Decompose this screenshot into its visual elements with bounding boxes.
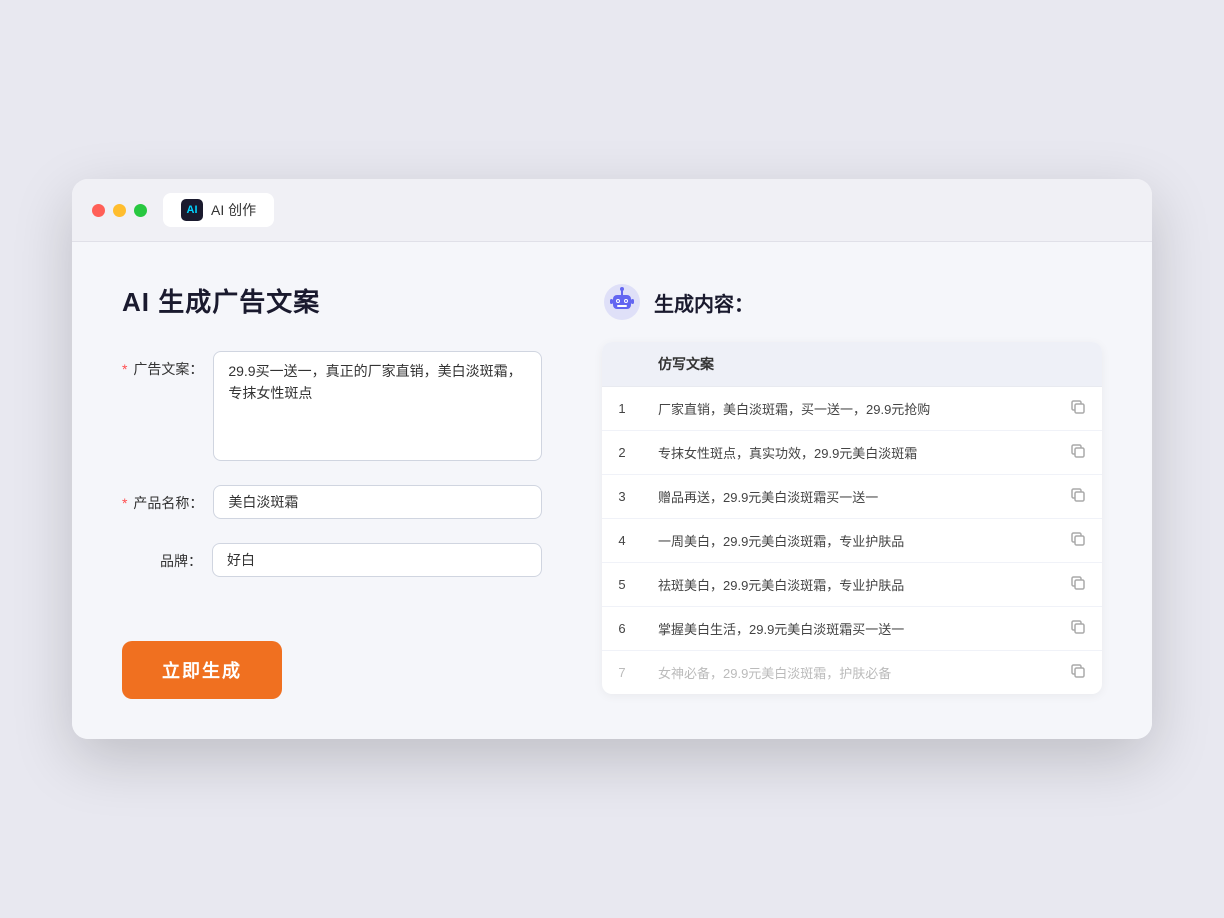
copy-button[interactable] (1054, 563, 1102, 607)
row-number: 2 (602, 431, 642, 475)
ai-tab[interactable]: AI AI 创作 (163, 193, 274, 227)
row-text: 专抹女性斑点，真实功效，29.9元美白淡斑霜 (642, 431, 1054, 475)
copy-icon[interactable] (1070, 447, 1086, 462)
table-header-num (602, 342, 642, 387)
copy-icon[interactable] (1070, 403, 1086, 418)
copy-button[interactable] (1054, 607, 1102, 651)
ad-copy-label: * 广告文案： (122, 351, 203, 379)
copy-icon[interactable] (1070, 623, 1086, 638)
product-name-input[interactable] (213, 485, 542, 519)
generate-button[interactable]: 立即生成 (122, 641, 282, 699)
right-panel: 生成内容： 仿写文案 1 厂家直销，美白淡斑霜，买一送一，29.9元抢购 (602, 282, 1102, 699)
row-number: 6 (602, 607, 642, 651)
traffic-lights (92, 204, 147, 217)
product-name-group: * 产品名称： (122, 485, 542, 519)
page-title: AI 生成广告文案 (122, 282, 542, 319)
row-text: 掌握美白生活，29.9元美白淡斑霜买一送一 (642, 607, 1054, 651)
table-row: 3 赠品再送，29.9元美白淡斑霜买一送一 (602, 475, 1102, 519)
copy-icon[interactable] (1070, 667, 1086, 682)
row-text: 一周美白，29.9元美白淡斑霜，专业护肤品 (642, 519, 1054, 563)
brand-label: 品牌： (122, 543, 202, 571)
table-row: 4 一周美白，29.9元美白淡斑霜，专业护肤品 (602, 519, 1102, 563)
left-panel: AI 生成广告文案 * 广告文案： * 产品名称： 品牌 (122, 282, 542, 699)
row-number: 5 (602, 563, 642, 607)
close-button[interactable] (92, 204, 105, 217)
result-table: 仿写文案 1 厂家直销，美白淡斑霜，买一送一，29.9元抢购 2 专抹女性斑点， (602, 342, 1102, 694)
copy-button[interactable] (1054, 651, 1102, 695)
result-title: 生成内容： (654, 288, 754, 317)
brand-group: 品牌： (122, 543, 542, 577)
table-row: 6 掌握美白生活，29.9元美白淡斑霜买一送一 (602, 607, 1102, 651)
table-header-action (1054, 342, 1102, 387)
title-bar: AI AI 创作 (72, 179, 1152, 242)
copy-button[interactable] (1054, 387, 1102, 431)
table-row: 2 专抹女性斑点，真实功效，29.9元美白淡斑霜 (602, 431, 1102, 475)
row-text: 赠品再送，29.9元美白淡斑霜买一送一 (642, 475, 1054, 519)
content-area: AI 生成广告文案 * 广告文案： * 产品名称： 品牌 (72, 242, 1152, 739)
row-text: 厂家直销，美白淡斑霜，买一送一，29.9元抢购 (642, 387, 1054, 431)
browser-window: AI AI 创作 AI 生成广告文案 * 广告文案： * 产品名称： (72, 179, 1152, 739)
copy-icon[interactable] (1070, 491, 1086, 506)
row-number: 3 (602, 475, 642, 519)
row-number: 4 (602, 519, 642, 563)
ad-copy-input[interactable] (213, 351, 542, 461)
required-star-2: * (122, 495, 127, 511)
row-text: 祛斑美白，29.9元美白淡斑霜，专业护肤品 (642, 563, 1054, 607)
product-name-label: * 产品名称： (122, 485, 203, 513)
ai-tab-icon: AI (181, 199, 203, 221)
ad-copy-group: * 广告文案： (122, 351, 542, 461)
copy-button[interactable] (1054, 519, 1102, 563)
row-number: 7 (602, 651, 642, 695)
maximize-button[interactable] (134, 204, 147, 217)
table-header-text: 仿写文案 (642, 342, 1054, 387)
copy-button[interactable] (1054, 431, 1102, 475)
table-row: 7 女神必备，29.9元美白淡斑霜，护肤必备 (602, 651, 1102, 695)
row-text: 女神必备，29.9元美白淡斑霜，护肤必备 (642, 651, 1054, 695)
copy-icon[interactable] (1070, 579, 1086, 594)
copy-icon[interactable] (1070, 535, 1086, 550)
minimize-button[interactable] (113, 204, 126, 217)
row-number: 1 (602, 387, 642, 431)
tab-label: AI 创作 (211, 200, 256, 220)
result-header: 生成内容： (602, 282, 1102, 322)
brand-input[interactable] (212, 543, 542, 577)
table-row: 1 厂家直销，美白淡斑霜，买一送一，29.9元抢购 (602, 387, 1102, 431)
copy-button[interactable] (1054, 475, 1102, 519)
table-row: 5 祛斑美白，29.9元美白淡斑霜，专业护肤品 (602, 563, 1102, 607)
robot-icon (602, 282, 642, 322)
required-star-1: * (122, 361, 127, 377)
